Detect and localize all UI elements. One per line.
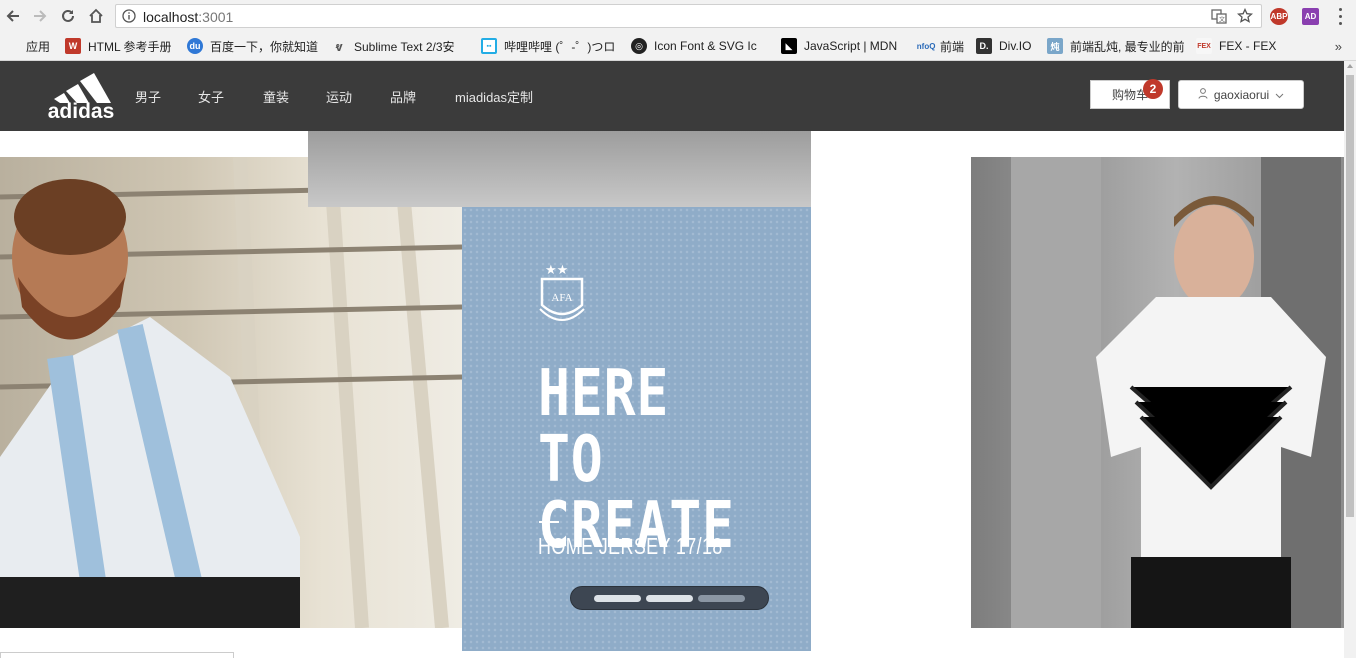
carousel-dot[interactable]	[594, 594, 641, 602]
w3school-icon: W	[65, 38, 81, 54]
bilibili-icon: ▪▪	[481, 38, 497, 54]
adidas-logo[interactable]: adidas	[44, 67, 118, 123]
bookmark-label: Sublime Text 2/3安	[354, 39, 455, 54]
bookmark-html-reference[interactable]: W HTML 参考手册	[65, 37, 180, 55]
carousel-dot[interactable]	[646, 594, 693, 602]
bookmark-iconfont[interactable]: ◎ Icon Font & SVG Ic	[631, 37, 768, 55]
page-scrollbar[interactable]	[1344, 61, 1356, 658]
logo-wordmark: adidas	[48, 100, 115, 119]
translate-icon[interactable]: 文	[1211, 8, 1227, 27]
url-text[interactable]: localhost:3001	[143, 9, 233, 25]
crest-text: AFA	[551, 292, 572, 304]
reload-icon[interactable]	[57, 5, 79, 27]
adblock-extension-icon[interactable]: ABP	[1270, 8, 1288, 25]
sublime-icon: ⱴ	[335, 38, 343, 54]
cart-count-badge: 2	[1143, 79, 1163, 99]
carousel-pagination	[570, 586, 769, 610]
bookmark-label: 哔哩哔哩 (゜-゜)つロ	[504, 39, 616, 54]
apps-grid-icon	[5, 39, 19, 53]
info-q-icon: InfoQ	[917, 41, 936, 51]
bookmark-label: Icon Font & SVG Ic	[654, 39, 757, 53]
url-host: localhost	[143, 9, 199, 25]
bookmark-mdn[interactable]: ◣ JavaScript | MDN	[781, 37, 906, 55]
carousel-dot-active[interactable]	[698, 594, 745, 602]
bookmark-label: HTML 参考手册	[88, 39, 172, 54]
nav-kids[interactable]: 童装	[263, 87, 289, 106]
concrete-pillar-photo	[1011, 157, 1341, 628]
browser-menu-icon[interactable]	[1331, 8, 1349, 25]
nav-brand[interactable]: 品牌	[390, 87, 416, 106]
fex-icon: FEX	[1196, 38, 1212, 54]
nav-sports[interactable]: 运动	[326, 87, 352, 106]
bookmark-label: 百度一下，你就知道	[210, 39, 319, 54]
nav-women[interactable]: 女子	[198, 87, 224, 106]
site-header: adidas 男子 女子 童装 运动 品牌 miadidas定制 购物车 gao…	[0, 61, 1344, 131]
bookmarks-overflow-button[interactable]: »	[1335, 39, 1342, 54]
user-menu-button[interactable]: gaoxiaorui	[1178, 80, 1304, 109]
bookmark-divio[interactable]: D. Div.IO	[976, 37, 1038, 55]
address-bar[interactable]: localhost:3001 文	[115, 4, 1262, 28]
headline-divider	[539, 521, 559, 523]
ceiling-photo	[308, 131, 811, 207]
bookmark-luandun[interactable]: 炖 前端乱炖, 最专业的前	[1047, 37, 1184, 55]
nav-miadidas[interactable]: miadidas定制	[455, 87, 533, 106]
home-icon[interactable]	[85, 5, 107, 27]
bookmark-label: 应用	[26, 39, 51, 54]
bookmark-apps[interactable]: 应用	[5, 37, 57, 55]
bookmark-label: 前端乱炖, 最专业的前	[1070, 39, 1184, 54]
baidu-paw-icon: du	[187, 38, 203, 54]
back-arrow-icon[interactable]	[2, 5, 24, 27]
bookmark-label: JavaScript | MDN	[804, 39, 898, 53]
hero-subline: HOME JERSEY 17/18	[538, 533, 723, 559]
bookmark-bilibili[interactable]: ▪▪ 哔哩哔哩 (゜-゜)つロ	[481, 37, 617, 55]
svg-text:文: 文	[1219, 16, 1225, 24]
forward-arrow-icon[interactable]	[29, 5, 51, 27]
bookmark-label: FEX - FEX	[1219, 39, 1277, 53]
hero-image-player-germany[interactable]	[971, 157, 1344, 628]
nav-men[interactable]: 男子	[135, 87, 161, 106]
afa-crest-icon: ★★ AFA	[538, 259, 586, 329]
bookmark-label: 前端	[940, 39, 965, 54]
bookmark-sublime[interactable]: ⱴ Sublime Text 2/3安	[331, 37, 469, 55]
svg-text:★★: ★★	[545, 262, 568, 277]
browser-toolbar: localhost:3001 文 ABP AD	[0, 0, 1356, 33]
star-icon[interactable]	[1236, 7, 1254, 27]
hero-carousel: ★★ AFA HERE TO CREATE HOME JERSEY 17/18	[0, 131, 1344, 658]
bookmark-qianduan[interactable]: InfoQ 前端	[917, 37, 967, 55]
scrollbar-thumb[interactable]	[1346, 75, 1354, 517]
bookmark-fex[interactable]: FEX FEX - FEX	[1196, 37, 1281, 55]
hero-headline: HERE TO CREATE	[538, 357, 735, 563]
bookmarks-bar: 应用 W HTML 参考手册 du 百度一下，你就知道 ⱴ Sublime Te…	[0, 33, 1356, 61]
chevron-down-icon	[1275, 88, 1284, 102]
divio-icon: D.	[976, 38, 992, 54]
info-icon[interactable]	[122, 9, 136, 26]
username: gaoxiaorui	[1213, 87, 1270, 102]
bookmark-label: Div.IO	[999, 39, 1032, 53]
url-port: :3001	[198, 9, 234, 25]
hero-slide-home-jersey[interactable]: ★★ AFA HERE TO CREATE HOME JERSEY 17/18	[308, 131, 811, 651]
mdn-icon: ◣	[781, 38, 797, 54]
scroll-up-arrow-icon[interactable]	[1347, 64, 1353, 68]
user-icon	[1198, 87, 1208, 102]
iconfont-icon: ◎	[631, 38, 647, 54]
bookmark-baidu[interactable]: du 百度一下，你就知道	[187, 37, 323, 55]
luandun-icon: 炖	[1047, 38, 1063, 54]
ad-extension-icon[interactable]: AD	[1302, 8, 1319, 25]
broken-image-placeholder	[0, 652, 234, 658]
